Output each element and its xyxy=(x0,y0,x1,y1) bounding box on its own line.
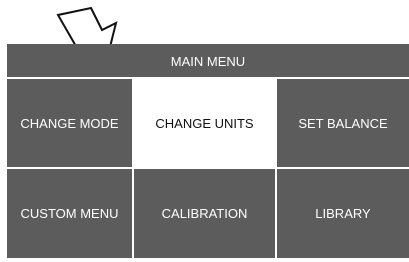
main-menu-screen: MAIN MENU CHANGE MODE CHANGE UNITS SET B… xyxy=(7,44,409,258)
library-button[interactable]: LIBRARY xyxy=(277,169,409,258)
menu-header: MAIN MENU xyxy=(7,44,409,77)
change-mode-button[interactable]: CHANGE MODE xyxy=(7,79,132,167)
calibration-label: CALIBRATION xyxy=(161,206,248,221)
menu-grid: CHANGE MODE CHANGE UNITS SET BALANCE CUS… xyxy=(7,79,409,258)
custom-menu-button[interactable]: CUSTOM MENU xyxy=(7,169,132,258)
set-balance-button[interactable]: SET BALANCE xyxy=(277,79,409,167)
change-units-button[interactable]: CHANGE UNITS xyxy=(134,79,275,167)
custom-menu-label: CUSTOM MENU xyxy=(20,206,119,221)
set-balance-label: SET BALANCE xyxy=(298,115,388,131)
menu-title: MAIN MENU xyxy=(170,54,246,69)
calibration-button[interactable]: CALIBRATION xyxy=(134,169,275,258)
change-mode-label: CHANGE MODE xyxy=(20,115,119,131)
library-label: LIBRARY xyxy=(315,206,371,221)
change-units-label: CHANGE UNITS xyxy=(155,115,254,131)
